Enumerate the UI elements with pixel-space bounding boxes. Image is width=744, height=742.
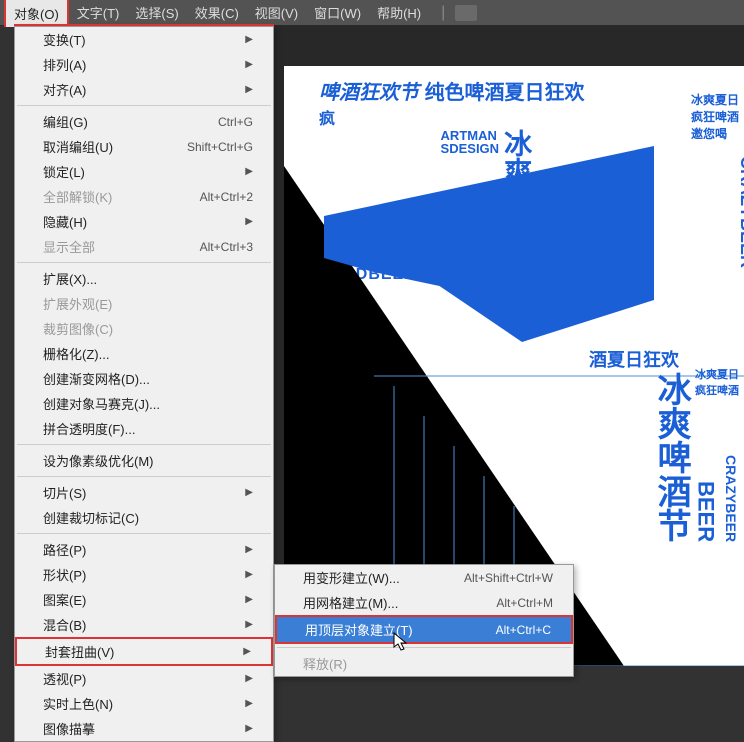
menu-effect[interactable]: 效果(C) [187,0,247,26]
submenu-arrow-icon: ▶ [243,646,251,657]
menu-item[interactable]: 创建裁切标记(C) [15,505,273,530]
menu-text[interactable]: 文字(T) [69,0,128,26]
submenu-arrow-icon: ▶ [245,594,253,605]
menu-item[interactable]: 图案(E)▶ [15,587,273,612]
envelope-distort-submenu: 用变形建立(W)...Alt+Shift+Ctrl+W用网格建立(M)...Al… [274,564,574,677]
submenu-arrow-icon: ▶ [245,84,253,95]
menu-window[interactable]: 窗口(W) [306,0,369,26]
menu-item[interactable]: 隐藏(H)▶ [15,209,273,234]
submenu-arrow-icon: ▶ [245,673,253,684]
menu-item[interactable]: 路径(P)▶ [15,537,273,562]
menu-help[interactable]: 帮助(H) [369,0,429,26]
menu-item: 显示全部Alt+Ctrl+3 [15,234,273,259]
menu-item[interactable]: 栅格化(Z)... [15,341,273,366]
menu-item[interactable]: 锁定(L)▶ [15,159,273,184]
menu-item[interactable]: 变换(T)▶ [15,27,273,52]
menubar: 对象(O) 文字(T) 选择(S) 效果(C) 视图(V) 窗口(W) 帮助(H… [0,0,744,26]
menu-separator [17,533,271,534]
menu-item[interactable]: 对齐(A)▶ [15,77,273,102]
menu-object[interactable]: 对象(O) [4,0,69,27]
submenu-item[interactable]: 用网格建立(M)...Alt+Ctrl+M [275,590,573,615]
menu-item[interactable]: 编组(G)Ctrl+G [15,109,273,134]
submenu-arrow-icon: ▶ [245,487,253,498]
menu-item[interactable]: 取消编组(U)Shift+Ctrl+G [15,134,273,159]
submenu-arrow-icon: ▶ [245,216,253,227]
menu-item[interactable]: 拼合透明度(F)... [15,416,273,441]
menu-item[interactable]: 混合(B)▶ [15,612,273,637]
menu-item[interactable]: 创建渐变网格(D)... [15,366,273,391]
submenu-item: 释放(R) [275,651,573,676]
menu-separator [17,476,271,477]
menu-view[interactable]: 视图(V) [247,0,306,26]
menu-item[interactable]: 形状(P)▶ [15,562,273,587]
menu-item: 全部解锁(K)Alt+Ctrl+2 [15,184,273,209]
menu-separator [17,444,271,445]
menu-item[interactable]: 透视(P)▶ [15,666,273,691]
menu-separator [277,647,571,648]
menu-select[interactable]: 选择(S) [127,0,186,26]
menu-item: 裁剪图像(C) [15,316,273,341]
submenu-arrow-icon: ▶ [245,569,253,580]
menu-item[interactable]: 扩展(X)... [15,266,273,291]
submenu-arrow-icon: ▶ [245,619,253,630]
menu-item: 扩展外观(E) [15,291,273,316]
submenu-arrow-icon: ▶ [245,166,253,177]
menu-separator [17,105,271,106]
menu-item[interactable]: 封套扭曲(V)▶ [15,637,273,666]
menu-item[interactable]: 图像描摹▶ [15,716,273,741]
menu-item[interactable]: 切片(S)▶ [15,480,273,505]
submenu-arrow-icon: ▶ [245,723,253,734]
menu-item[interactable]: 实时上色(N)▶ [15,691,273,716]
object-dropdown-menu: 变换(T)▶排列(A)▶对齐(A)▶ 编组(G)Ctrl+G取消编组(U)Shif… [14,26,274,742]
menu-separator [17,262,271,263]
artwork-typography-side: 酒夏日狂欢 冰爽啤酒节 BEER CRAZYBEER 冰爽夏日 疯狂啤酒 [589,346,739,547]
submenu-item[interactable]: 用变形建立(W)...Alt+Shift+Ctrl+W [275,565,573,590]
submenu-arrow-icon: ▶ [245,34,253,45]
menu-item[interactable]: 排列(A)▶ [15,52,273,77]
submenu-arrow-icon: ▶ [245,698,253,709]
submenu-item[interactable]: 用顶层对象建立(T)Alt+Ctrl+C [275,615,573,644]
menu-item[interactable]: 设为像素级优化(M) [15,448,273,473]
menu-item[interactable]: 创建对象马赛克(J)... [15,391,273,416]
submenu-arrow-icon: ▶ [245,59,253,70]
submenu-arrow-icon: ▶ [245,544,253,555]
